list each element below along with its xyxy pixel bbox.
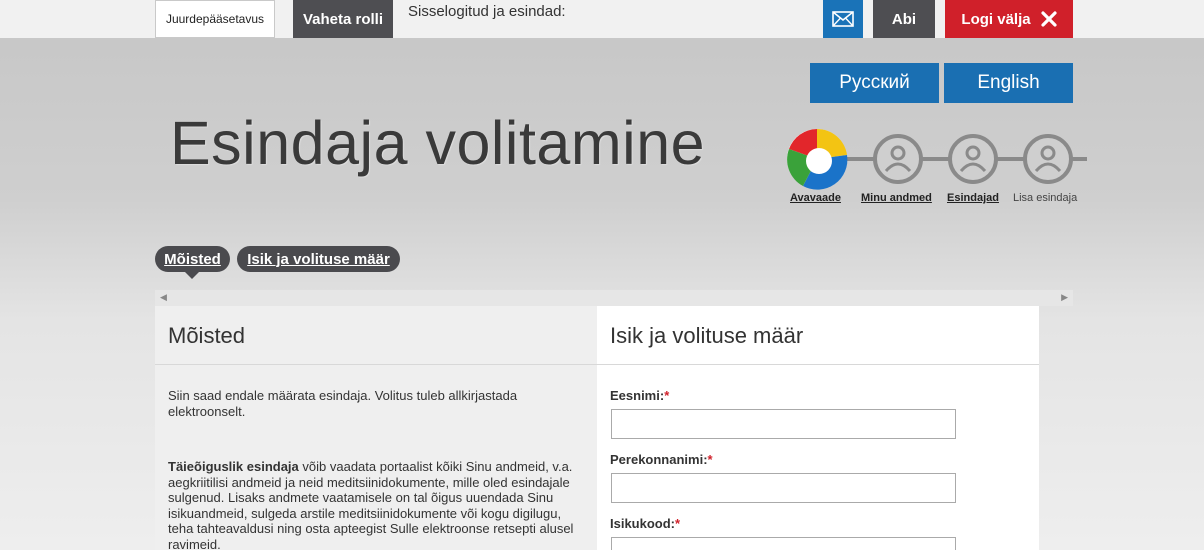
definitions-panel: Mõisted Siin saad endale määrata esindaj… <box>155 306 597 550</box>
personal-code-label: Isikukood:* <box>610 516 681 531</box>
portal-logo-icon[interactable] <box>787 128 848 190</box>
tab-definitions[interactable]: Mõisted <box>155 246 230 279</box>
scroll-left-icon[interactable]: ◀ <box>160 292 167 303</box>
person-authorization-panel: Isik ja volituse määr Eesnimi:* Perekonn… <box>597 306 1039 550</box>
first-name-label: Eesnimi:* <box>610 388 670 403</box>
panel-divider <box>597 364 1039 365</box>
add-representative-step-icon <box>1023 134 1073 184</box>
scroll-right-icon[interactable]: ▶ <box>1061 292 1068 303</box>
step-my-data-link[interactable]: Minu andmed <box>861 192 932 204</box>
page-title: Esindaja volitamine <box>170 109 706 177</box>
top-bar: Juurdepääsetavus Vaheta rolli Sisselogit… <box>0 0 1204 38</box>
step-home-link[interactable]: Avavaade <box>790 192 841 204</box>
representatives-step-icon[interactable] <box>948 134 998 184</box>
definitions-intro: Siin saad endale määrata esindaja. Volit… <box>168 388 518 419</box>
definitions-panel-title: Mõisted <box>168 323 246 348</box>
last-name-label: Perekonnanimi:* <box>610 452 713 467</box>
step-representatives-link[interactable]: Esindajad <box>947 192 999 204</box>
horizontal-scrollbar[interactable]: ◀ ▶ <box>155 290 1073 306</box>
logged-in-label: Sisselogitud ja esindad: <box>408 3 566 20</box>
full-representative-description: Täieõiguslik esindaja võib vaadata porta… <box>168 459 588 550</box>
envelope-icon <box>832 11 854 27</box>
first-name-input[interactable] <box>611 409 956 439</box>
panel-divider <box>155 364 597 365</box>
language-russian-button[interactable]: Русский <box>810 63 939 103</box>
messages-button[interactable] <box>823 0 863 38</box>
last-name-input[interactable] <box>611 473 956 503</box>
person-panel-title: Isik ja volituse määr <box>610 323 804 348</box>
close-icon <box>1040 11 1057 27</box>
steps-graphic <box>787 128 1087 190</box>
accessibility-button[interactable]: Juurdepääsetavus <box>155 0 275 38</box>
tab-person-and-authorization[interactable]: Isik ja volituse määr <box>237 246 400 272</box>
help-button[interactable]: Abi <box>873 0 935 38</box>
language-english-button[interactable]: English <box>944 63 1073 103</box>
my-data-step-icon[interactable] <box>873 134 923 184</box>
logout-button[interactable]: Logi välja <box>945 0 1073 38</box>
full-representative-term: Täieõiguslik esindaja <box>168 459 299 474</box>
personal-code-input[interactable] <box>611 537 956 550</box>
switch-role-button[interactable]: Vaheta rolli <box>293 0 393 38</box>
logout-label: Logi välja <box>961 10 1031 28</box>
step-add-representative-label: Lisa esindaja <box>1013 192 1078 204</box>
progress-steps: Avavaade Minu andmed Esindajad Lisa esin… <box>785 125 1087 215</box>
